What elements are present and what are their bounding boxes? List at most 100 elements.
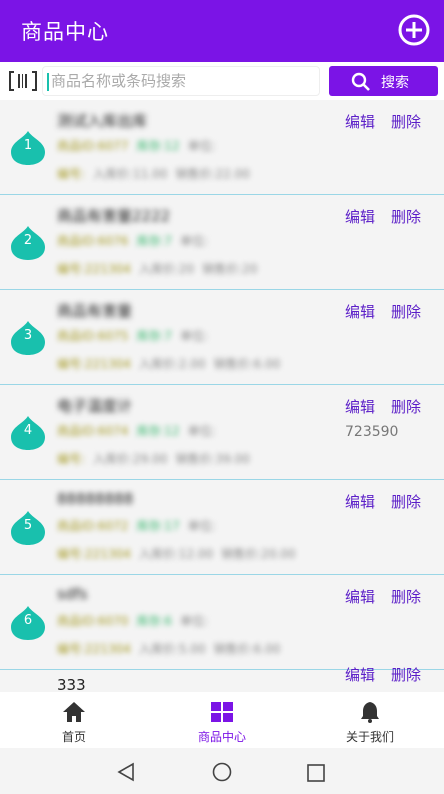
product-meta-line2: 编号:221304 入库价:20 销售价:20: [57, 260, 258, 277]
bell-icon: [361, 702, 379, 723]
page-title: 商品中心: [21, 20, 109, 44]
edit-button[interactable]: 编辑: [345, 396, 375, 417]
product-name: 商品有害量: [57, 302, 133, 320]
product-meta-line2: 编号: 入库价:11.00 销售价:22.00: [57, 165, 250, 182]
product-stock: 库存:12: [136, 424, 180, 438]
product-meta-line1: 商品ID:6077 库存:12 单位:: [57, 137, 216, 154]
edit-button[interactable]: 编辑: [345, 206, 375, 227]
delete-button[interactable]: 删除: [391, 301, 421, 322]
barcode-scan-icon[interactable]: [8, 70, 38, 92]
index-number: 2: [23, 233, 33, 248]
edit-button[interactable]: 编辑: [345, 586, 375, 607]
index-number: 6: [23, 613, 33, 628]
product-name: 商品有害量2222: [57, 207, 171, 225]
back-triangle-icon[interactable]: [116, 762, 136, 782]
product-unit: 单位:: [180, 614, 209, 628]
list-item[interactable]: 3 商品有害量 商品ID:6075 库存:7 单位: 编号:221304 入库价:2.…: [0, 290, 444, 385]
product-barcode: 723590: [345, 424, 399, 440]
home-icon: [63, 702, 85, 722]
product-meta-line1: 商品ID:6074 库存:12 单位:: [57, 422, 216, 439]
product-number: 编号:221304: [57, 547, 131, 561]
product-stock: 库存:12: [136, 139, 180, 153]
edit-button[interactable]: 编辑: [345, 491, 375, 512]
home-circle-icon[interactable]: [211, 762, 233, 782]
edit-button[interactable]: 编辑: [345, 111, 375, 132]
delete-button[interactable]: 删除: [391, 111, 421, 132]
list-item[interactable]: 5 88888888 商品ID:6072 库存:17 单位: 编号:221304 入库…: [0, 480, 444, 575]
tab-product-center[interactable]: 商品中心: [148, 692, 296, 748]
tab-label: 关于我们: [345, 730, 394, 744]
product-meta-line1: 商品ID:6075 库存:7 单位:: [57, 327, 208, 344]
product-unit: 单位:: [180, 329, 209, 343]
add-circle-icon[interactable]: [398, 14, 430, 46]
product-cost: 入库价:11.00: [93, 167, 168, 181]
tab-about-us[interactable]: 关于我们: [296, 692, 444, 748]
product-name: 电子温度计: [57, 397, 133, 415]
product-price: 销售价:6.00: [213, 357, 281, 371]
delete-button[interactable]: 删除: [391, 206, 421, 227]
product-meta-line2: 编号:221304 入库价:2.00 销售价:6.00: [57, 355, 280, 372]
tab-label: 首页: [61, 730, 86, 744]
delete-button[interactable]: 删除: [391, 586, 421, 607]
product-cost: 入库价:29.00: [93, 452, 168, 466]
product-unit: 单位:: [187, 139, 216, 153]
product-price: 销售价:20: [202, 262, 258, 276]
product-id: 商品ID:6072: [57, 519, 129, 533]
list-item[interactable]: 4 电子温度计 商品ID:6074 库存:12 单位: 编号: 入库价:29.00 销售…: [0, 385, 444, 480]
product-cost: 入库价:5.00: [138, 642, 206, 656]
product-number: 编号:: [57, 167, 86, 181]
list-item[interactable]: 1 测试入库出库 商品ID:6077 库存:12 单位: 编号: 入库价:11.00 销…: [0, 100, 444, 195]
tab-home[interactable]: 首页: [0, 692, 148, 748]
tab-label: 商品中心: [197, 730, 246, 744]
search-input[interactable]: 商品名称或条码搜索: [42, 66, 320, 96]
index-badge: 5: [10, 510, 46, 546]
product-number: 编号:221304: [57, 262, 131, 276]
product-price: 销售价:39.00: [175, 452, 250, 466]
product-price: 销售价:20.00: [221, 547, 296, 561]
index-number: 5: [23, 518, 33, 533]
product-cost: 入库价:2.00: [138, 357, 206, 371]
grid-icon: [211, 702, 233, 722]
index-badge: 2: [10, 225, 46, 261]
edit-button[interactable]: 编辑: [345, 664, 375, 685]
product-id: 商品ID:6074: [57, 424, 129, 438]
product-price: 销售价:6.00: [213, 642, 281, 656]
index-badge: 4: [10, 415, 46, 451]
product-id: 商品ID:6077: [57, 139, 129, 153]
search-placeholder: 商品名称或条码搜索: [51, 72, 187, 90]
index-number: 1: [23, 138, 33, 153]
product-unit: 单位:: [180, 234, 209, 248]
product-meta-line1: 商品ID:6072 库存:17 单位:: [57, 517, 216, 534]
product-name: 测试入库出库: [57, 112, 148, 130]
list-item[interactable]: 2 商品有害量2222 商品ID:6076 库存:7 单位: 编号:221304 入库…: [0, 195, 444, 290]
product-stock: 库存:6: [136, 614, 173, 628]
delete-button[interactable]: 删除: [391, 664, 421, 685]
recents-square-icon[interactable]: [306, 763, 326, 783]
product-list: 1 测试入库出库 商品ID:6077 库存:12 单位: 编号: 入库价:11.00 销…: [0, 100, 444, 692]
index-number: 4: [23, 423, 33, 438]
bottom-tab-bar: 首页 商品中心 关于我们: [0, 692, 444, 748]
list-item[interactable]: 6 sdfs 商品ID:6070 库存:6 单位: 编号:221304 入库价:5.0…: [0, 575, 444, 670]
product-meta-line1: 商品ID:6076 库存:7 单位:: [57, 232, 208, 249]
product-unit: 单位:: [187, 519, 216, 533]
search-bar: 商品名称或条码搜索 搜索: [0, 62, 444, 100]
product-cost: 入库价:20: [138, 262, 195, 276]
delete-button[interactable]: 删除: [391, 396, 421, 417]
index-badge: 6: [10, 605, 46, 641]
product-name: 88888888: [57, 490, 134, 508]
product-number: 编号:221304: [57, 357, 131, 371]
product-id: 商品ID:6076: [57, 234, 129, 248]
index-badge: 3: [10, 320, 46, 356]
product-number: 编号:: [57, 452, 86, 466]
list-item[interactable]: 333 编辑 删除: [0, 666, 444, 692]
product-name: 333: [57, 676, 86, 692]
product-number: 编号:221304: [57, 642, 131, 656]
search-button-label: 搜索: [381, 75, 409, 91]
product-stock: 库存:17: [136, 519, 180, 533]
edit-button[interactable]: 编辑: [345, 301, 375, 322]
product-meta-line2: 编号:221304 入库价:5.00 销售价:6.00: [57, 640, 280, 657]
search-icon: [351, 72, 370, 91]
product-name: sdfs: [57, 585, 88, 603]
search-button[interactable]: 搜索: [329, 66, 438, 96]
delete-button[interactable]: 删除: [391, 491, 421, 512]
